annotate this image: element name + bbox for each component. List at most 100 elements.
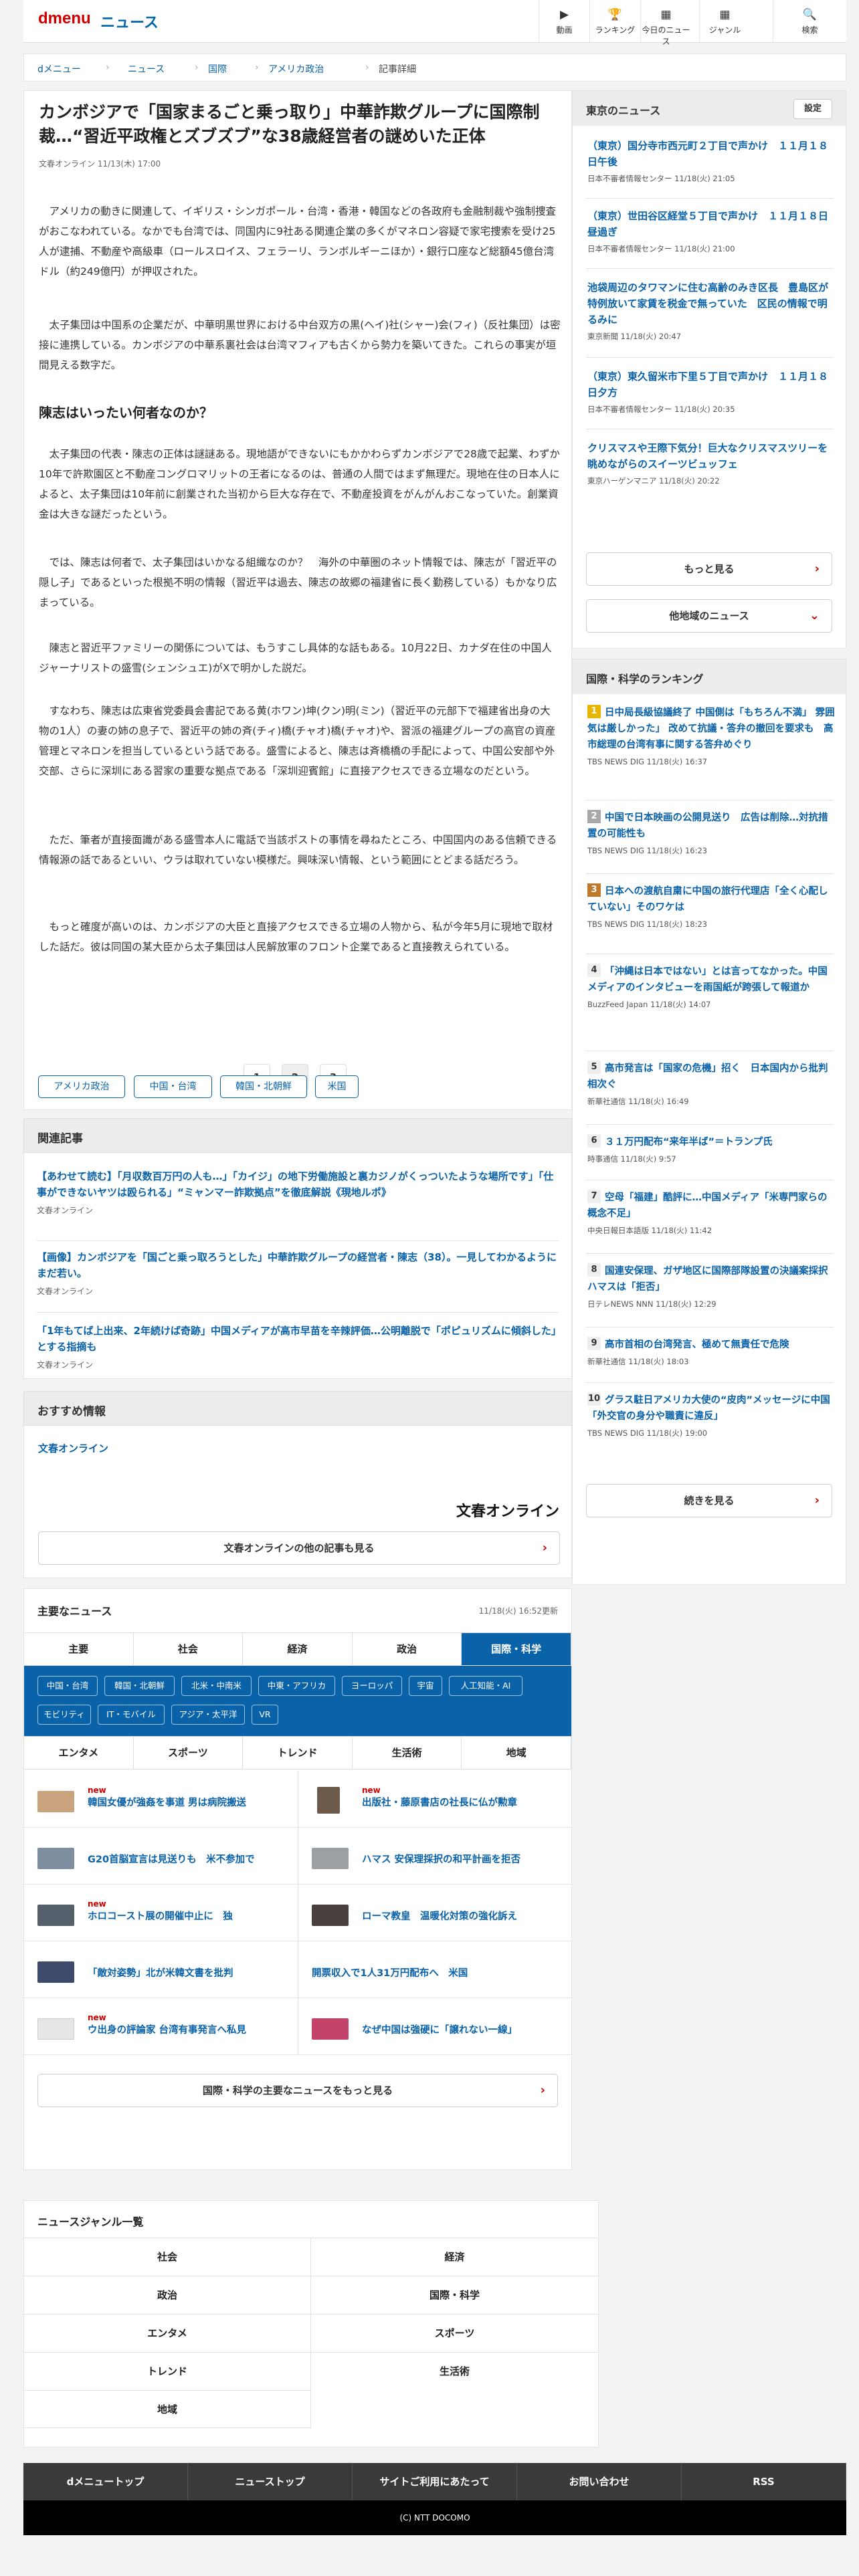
- footer-contact[interactable]: お問い合わせ: [517, 2463, 682, 2500]
- ranking-title[interactable]: 国連安保理、ガザ地区に国際部隊設置の決議案採択 ハマスは「拒否」: [587, 1266, 838, 1293]
- ranking-item[interactable]: 2 中国で日本映画の公開見送り 広告は削除…対抗措置の可能性も TBS NEWS …: [587, 810, 835, 856]
- subtab-vr[interactable]: VR: [252, 1705, 278, 1725]
- genre-lifehack[interactable]: 生活術: [311, 2352, 598, 2390]
- ranking-item[interactable]: 5 高市発言は「国家の危機」招く 日本国内から批判相次ぐ 新華社通信 11/18(…: [587, 1061, 835, 1107]
- tokyo-link[interactable]: （東京）東久留米市下里５丁目で声かけ １１月１８日夕方: [587, 368, 835, 401]
- news-item[interactable]: new ホロコースト展の開催中止に 独: [24, 1885, 298, 1941]
- news-item[interactable]: G20首脳宣言は見送りも 米不参加で: [24, 1828, 298, 1885]
- breadcrumb-us-politics[interactable]: アメリカ政治: [268, 62, 324, 76]
- breadcrumb-intl[interactable]: 国際: [208, 62, 227, 76]
- nav-video[interactable]: ▶ 動画: [539, 0, 589, 43]
- subtab-americas[interactable]: 北米・中南米: [181, 1676, 252, 1696]
- ranking-item[interactable]: 3 日本への渡航自粛に中国の旅行代理店「全く心配していない」そのワケは TBS N…: [587, 883, 835, 930]
- news-item[interactable]: new 韓国女優が強姦を事道 男は病院搬送: [24, 1771, 298, 1828]
- ranking-title[interactable]: 空母「福建」酷評に…中国メディア「米専門家らの概念不足」: [587, 1192, 827, 1219]
- ranking-title[interactable]: 日中局長級協議終了 中国側は「もちろん不満」 雰囲気は厳しかった」 改めて抗議・…: [587, 708, 835, 750]
- bunshun-more-button[interactable]: 文春オンラインの他の記事も見る ›: [38, 1531, 560, 1565]
- ranking-title[interactable]: 「沖縄は日本ではない」とは言ってなかった。中国メディアのインタビューを雨国紙が跨…: [587, 966, 828, 993]
- tag-china-taiwan[interactable]: 中国・台湾: [134, 1075, 212, 1098]
- subtab-china-taiwan[interactable]: 中国・台湾: [37, 1676, 98, 1696]
- ranking-title[interactable]: グラス駐日アメリカ大使の“皮肉”メッセージに中国「外交官の身分や職責に違反」: [587, 1395, 830, 1422]
- nav-ranking[interactable]: 🏆 ランキング: [589, 0, 640, 43]
- news-item[interactable]: new 出版社・藤原書店の社長に仏が勲章: [298, 1771, 571, 1828]
- subtab-mideast-africa[interactable]: 中東・アフリカ: [258, 1676, 335, 1696]
- tab-entertainment[interactable]: エンタメ: [24, 1737, 134, 1769]
- related-item[interactable]: 【あわせて読む】「月収数百万円の人も…」「カイジ」の地下労働施設と裏カジノがくっ…: [37, 1168, 559, 1216]
- news-item[interactable]: 開票収入で1人31万円配布へ 米国: [298, 1941, 571, 1998]
- news-item[interactable]: 「敵対姿勢」北が米韓文書を批判: [24, 1941, 298, 1998]
- tokyo-item[interactable]: クリスマスや王際下気分！巨大なクリスマスツリーを眺めながらのスイーツビュッフェ …: [587, 440, 835, 486]
- tab-intl-science[interactable]: 国際・科学: [462, 1633, 571, 1665]
- genre-trend[interactable]: トレンド: [24, 2352, 311, 2390]
- subtab-asia-pacific[interactable]: アジア・太平洋: [171, 1705, 245, 1725]
- related-item[interactable]: 【画像】カンボジアを「国ごと乗っ取ろうとした」中華詐欺グループの経営者・陳志（3…: [37, 1249, 559, 1297]
- subtab-ai[interactable]: 人工知能・AI: [449, 1676, 522, 1696]
- tokyo-item[interactable]: 池袋周辺のタワマンに住む高齢のみき区長 豊島区が特例放いて家賃を税金で無っていた…: [587, 280, 835, 342]
- other-region-button[interactable]: 他地域のニュース ⌄: [586, 599, 832, 633]
- tokyo-link[interactable]: クリスマスや王際下気分！巨大なクリスマスツリーを眺めながらのスイーツビュッフェ: [587, 440, 835, 472]
- news-item[interactable]: new ウ出身の評論家 台湾有事発言へ私見: [24, 1998, 298, 2055]
- tokyo-link[interactable]: 池袋周辺のタワマンに住む高齢のみき区長 豊島区が特例放いて家賃を税金で無っていた…: [587, 280, 835, 328]
- genre-sports[interactable]: スポーツ: [311, 2314, 598, 2352]
- subtab-europe[interactable]: ヨーロッパ: [342, 1676, 402, 1696]
- news-logo[interactable]: ニュース: [100, 11, 159, 32]
- related-link[interactable]: 【あわせて読む】「月収数百万円の人も…」「カイジ」の地下労働施設と裏カジノがくっ…: [37, 1168, 559, 1200]
- related-link[interactable]: 【画像】カンボジアを「国ごと乗っ取ろうとした」中華詐欺グループの経営者・陳志（3…: [37, 1249, 559, 1281]
- footer-dmenu-top[interactable]: dメニュートップ: [23, 2463, 188, 2500]
- tokyo-link[interactable]: （東京）国分寺市西元町２丁目で声かけ １１月１８日午後: [587, 138, 835, 170]
- tokyo-item[interactable]: （東京）国分寺市西元町２丁目で声かけ １１月１８日午後 日本不審者情報センター …: [587, 138, 835, 184]
- nav-genre[interactable]: ▦ ジャンル: [699, 0, 750, 43]
- breadcrumb-news[interactable]: ニュース: [128, 62, 165, 76]
- dmenu-logo[interactable]: dmenu: [38, 9, 91, 28]
- ranking-item[interactable]: 9 高市首相の台湾発言、極めて無責任で危険 新華社通信 11/18(火) 18:0…: [587, 1337, 835, 1367]
- ranking-item[interactable]: 8 国連安保理、ガザ地区に国際部隊設置の決議案採択 ハマスは「拒否」 日テレNEW…: [587, 1263, 838, 1309]
- genre-region[interactable]: 地域: [24, 2390, 311, 2428]
- genre-entertainment[interactable]: エンタメ: [24, 2314, 311, 2352]
- ranking-title[interactable]: 中国で日本映画の公開見送り 広告は削除…対抗措置の可能性も: [587, 813, 828, 839]
- tag-us[interactable]: 米国: [315, 1075, 359, 1098]
- tag-korea[interactable]: 韓国・北朝鮮: [220, 1075, 307, 1098]
- subtab-it-mobile[interactable]: IT・モバイル: [98, 1705, 165, 1725]
- ranking-item[interactable]: 7 空母「福建」酷評に…中国メディア「米専門家らの概念不足」 中央日報日本語版 1…: [587, 1190, 835, 1236]
- ranking-more-button[interactable]: 続きを見る ›: [586, 1484, 832, 1517]
- related-link[interactable]: 「1年もてば上出来、2年続けば奇跡」中国メディアが高市早苗を辛辣評価…公明離脱で…: [37, 1323, 559, 1355]
- ranking-title[interactable]: 日本への渡航自粛に中国の旅行代理店「全く心配していない」そのワケは: [587, 886, 828, 913]
- ranking-item[interactable]: 6 ３１万円配布“来年半ば”＝トランプ氏 時事通信 11/18(火) 9:57: [587, 1134, 835, 1164]
- ranking-item[interactable]: 10 グラス駐日アメリカ大使の“皮肉”メッセージに中国「外交官の身分や職責に違反」…: [587, 1392, 835, 1438]
- tokyo-more-button[interactable]: もっと見る ›: [586, 552, 832, 586]
- ranking-title[interactable]: 高市発言は「国家の危機」招く 日本国内から批判相次ぐ: [587, 1063, 828, 1090]
- footer-terms[interactable]: サイトご利用にあたって: [353, 2463, 517, 2500]
- news-item[interactable]: ローマ教皇 温暖化対策の強化訴え: [298, 1885, 571, 1941]
- related-item[interactable]: 「1年もてば上出来、2年続けば奇跡」中国メディアが高市早苗を辛辣評価…公明離脱で…: [37, 1323, 559, 1370]
- footer-news-top[interactable]: ニューストップ: [188, 2463, 353, 2500]
- tag-us-politics[interactable]: アメリカ政治: [38, 1075, 125, 1098]
- major-more-button[interactable]: 国際・科学の主要なニュースをもっと見る ›: [37, 2074, 558, 2107]
- footer-rss[interactable]: RSS: [682, 2463, 846, 2500]
- tab-society[interactable]: 社会: [133, 1633, 244, 1665]
- nav-today[interactable]: ▦ 今日のニュース: [640, 0, 691, 46]
- news-item[interactable]: ハマス 安保理採択の和平計画を拒否: [298, 1828, 571, 1885]
- tokyo-link[interactable]: （東京）世田谷区経堂５丁目で声かけ １１月１８日昼過ぎ: [587, 208, 835, 240]
- tab-region[interactable]: 地域: [462, 1737, 571, 1769]
- tokyo-item[interactable]: （東京）世田谷区経堂５丁目で声かけ １１月１８日昼過ぎ 日本不審者情報センター …: [587, 208, 835, 254]
- tokyo-item[interactable]: （東京）東久留米市下里５丁目で声かけ １１月１８日夕方 日本不審者情報センター …: [587, 368, 835, 415]
- ranking-item[interactable]: 1 日中局長級協議終了 中国側は「もちろん不満」 雰囲気は厳しかった」 改めて抗議…: [587, 705, 835, 767]
- tab-trend[interactable]: トレンド: [243, 1737, 353, 1769]
- tab-economy[interactable]: 経済: [243, 1633, 353, 1665]
- tab-lifehack[interactable]: 生活術: [352, 1737, 462, 1769]
- genre-economy[interactable]: 経済: [311, 2238, 598, 2276]
- tab-main[interactable]: 主要: [24, 1633, 134, 1665]
- genre-politics[interactable]: 政治: [24, 2276, 311, 2314]
- subtab-korea[interactable]: 韓国・北朝鮮: [104, 1676, 175, 1696]
- news-item[interactable]: なぜ中国は強硬に「譲れない一線」: [298, 1998, 571, 2055]
- genre-intl-science[interactable]: 国際・科学: [311, 2276, 598, 2314]
- tokyo-setting-button[interactable]: 設定: [793, 99, 832, 119]
- breadcrumb-dmenu[interactable]: dメニュー: [37, 62, 81, 76]
- subtab-space[interactable]: 宇宙: [409, 1676, 442, 1696]
- tab-politics[interactable]: 政治: [352, 1633, 462, 1665]
- tab-sports[interactable]: スポーツ: [133, 1737, 244, 1769]
- recommend-link[interactable]: 文春オンライン: [38, 1441, 108, 1455]
- ranking-title[interactable]: ３１万円配布“来年半ば”＝トランプ氏: [605, 1137, 773, 1148]
- nav-search[interactable]: 🔍 検索: [773, 0, 846, 43]
- genre-society[interactable]: 社会: [24, 2238, 311, 2276]
